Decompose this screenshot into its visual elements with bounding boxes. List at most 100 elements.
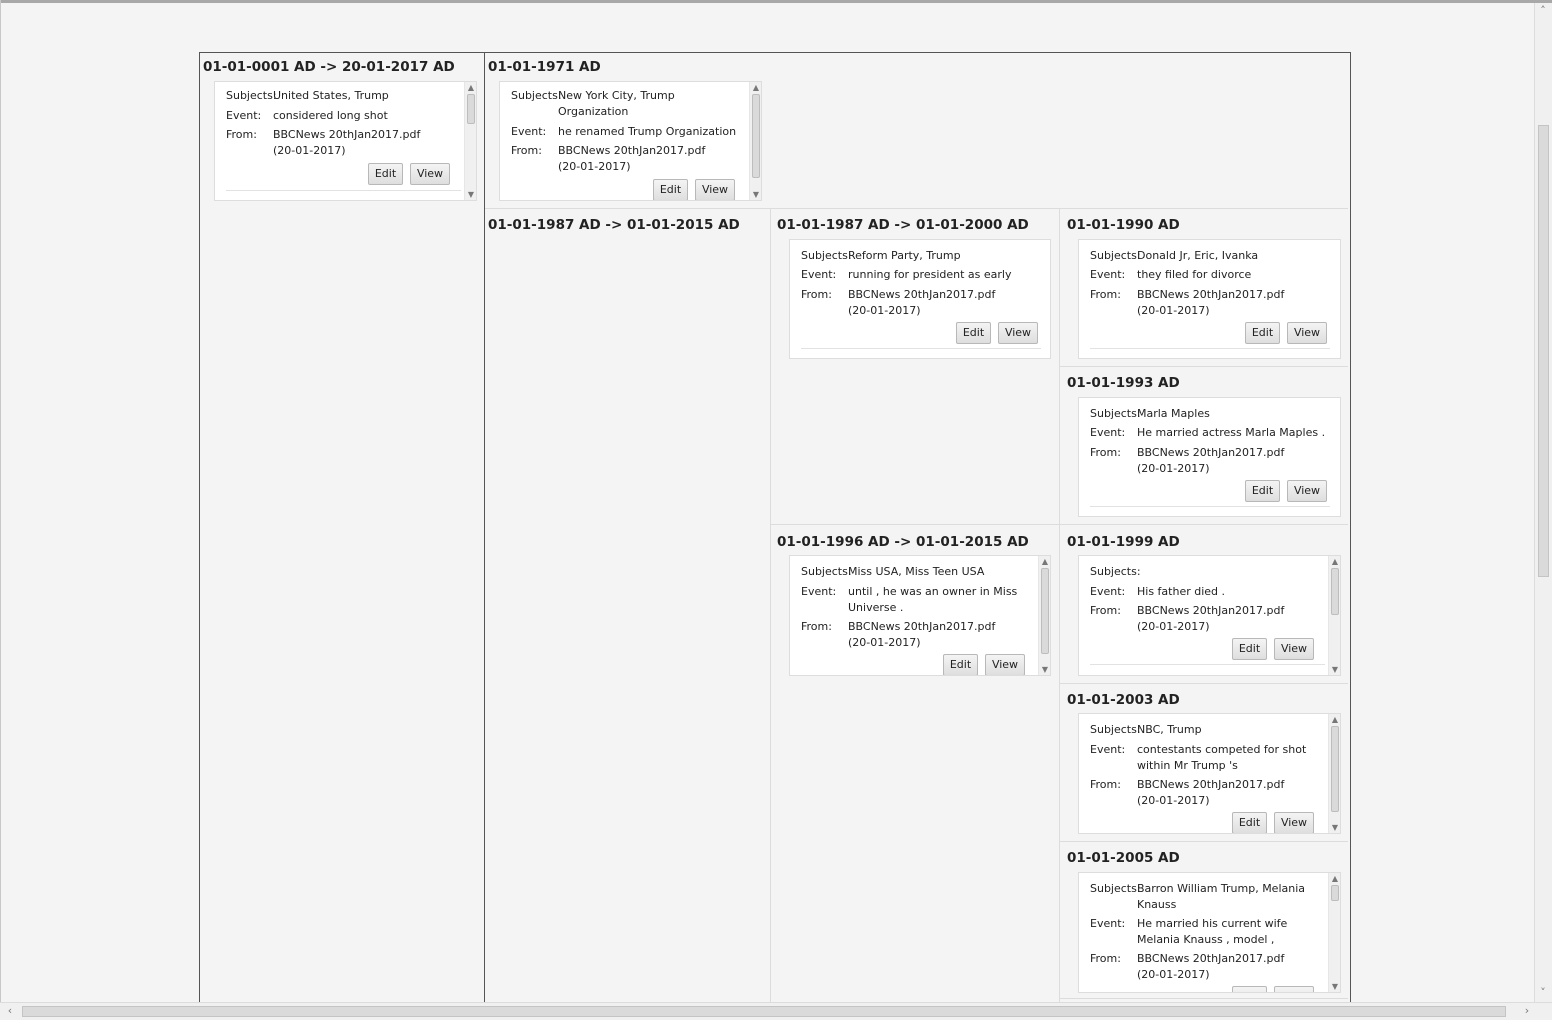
card-scrollbar[interactable]: ▲ ▼ — [1038, 556, 1050, 675]
scroll-down-arrow-icon[interactable]: ˅ — [1536, 986, 1550, 1000]
view-button[interactable]: View — [1274, 986, 1314, 992]
view-button[interactable]: View — [1274, 812, 1314, 833]
scrollbar-thumb[interactable] — [1331, 568, 1339, 615]
scrollbar-thumb[interactable] — [1331, 885, 1339, 901]
view-button[interactable]: View — [998, 322, 1038, 344]
from-value: BBCNews 20thJan2017.pdf (20-01-2017) — [1137, 446, 1285, 475]
edit-button[interactable]: Edit — [1245, 480, 1280, 502]
subjects-label: Subjects: — [1090, 565, 1141, 578]
subjects-value: Donald Jr, Eric, Ivanka — [1137, 249, 1259, 262]
from-label: From: — [1090, 778, 1121, 791]
period-header: 01-01-2005 AD — [1067, 850, 1180, 866]
from-label: From: — [1090, 446, 1121, 459]
event-value: He married actress Marla Maples . — [1137, 426, 1326, 439]
card-scrollbar[interactable]: ▲ ▼ — [1328, 714, 1340, 833]
event-card: Subjects: New York City, Trump Organizati… — [499, 81, 762, 201]
window-left-border — [0, 0, 1, 1020]
event-card: Subjects: Reform Party, Trump Event: runni… — [789, 239, 1051, 359]
scroll-down-arrow-icon[interactable]: ▼ — [1039, 665, 1050, 675]
scrollbar-thumb[interactable] — [1538, 125, 1549, 577]
event-value: they filed for divorce — [1137, 268, 1252, 281]
edit-button[interactable]: Edit — [1232, 986, 1267, 992]
scroll-down-arrow-icon[interactable]: ▼ — [1329, 982, 1340, 992]
event-card: Subjects: Event: His father died . From: B… — [1078, 555, 1341, 676]
scroll-up-arrow-icon[interactable]: ▲ — [1329, 874, 1340, 884]
row-divider — [485, 208, 1348, 209]
event-card: Subjects: Marla Maples Event: He married a… — [1078, 397, 1341, 517]
scroll-down-arrow-icon[interactable]: ▼ — [1329, 665, 1340, 675]
from-value: BBCNews 20thJan2017.pdf (20-01-2017) — [1137, 288, 1285, 317]
from-label: From: — [511, 144, 542, 157]
card-scrollbar[interactable]: ▲ ▼ — [749, 82, 761, 200]
card-separator — [1090, 506, 1330, 507]
scroll-up-arrow-icon[interactable]: ▲ — [465, 83, 476, 93]
view-button[interactable]: View — [1287, 322, 1327, 344]
period-header: 01-01-1999 AD — [1067, 534, 1180, 550]
scroll-up-arrow-icon[interactable]: ▲ — [1039, 557, 1050, 567]
card-scrollbar[interactable]: ▲ ▼ — [1328, 873, 1340, 992]
window-vertical-scrollbar[interactable]: ˄ ˅ — [1534, 3, 1552, 1002]
column-divider-1 — [484, 52, 485, 1012]
event-label: Event: — [1090, 426, 1126, 439]
scroll-up-arrow-icon[interactable]: ▲ — [1329, 715, 1340, 725]
window-horizontal-scrollbar[interactable]: ‹ › — [0, 1002, 1552, 1020]
card-scrollbar[interactable]: ▲ ▼ — [1328, 556, 1340, 675]
card-separator — [1090, 348, 1330, 349]
edit-button[interactable]: Edit — [368, 163, 403, 185]
subjects-label: Subjects: — [801, 249, 852, 262]
event-label: Event: — [1090, 917, 1126, 930]
from-value: BBCNews 20thJan2017.pdf (20-01-2017) — [848, 288, 996, 317]
period-header: 01-01-1971 AD — [488, 59, 601, 75]
scrollbar-thumb[interactable] — [22, 1006, 1506, 1017]
event-card: Subjects: Donald Jr, Eric, Ivanka Event: t… — [1078, 239, 1341, 359]
event-label: Event: — [511, 125, 547, 138]
from-label: From: — [1090, 604, 1121, 617]
row-divider — [771, 524, 1348, 525]
scrollbar-thumb[interactable] — [1041, 568, 1049, 654]
view-button[interactable]: View — [695, 179, 735, 200]
scroll-down-arrow-icon[interactable]: ▼ — [750, 190, 761, 200]
event-value: He married his current wife Melania Knau… — [1137, 917, 1288, 946]
subjects-label: Subjects: — [1090, 723, 1141, 736]
view-button[interactable]: View — [410, 163, 450, 185]
subjects-label: Subjects: — [801, 565, 852, 578]
edit-button[interactable]: Edit — [956, 322, 991, 344]
from-label: From: — [801, 288, 832, 301]
scroll-down-arrow-icon[interactable]: ▼ — [1329, 823, 1340, 833]
subjects-value: New York City, Trump Organization — [558, 89, 675, 118]
view-button[interactable]: View — [985, 654, 1025, 675]
from-value: BBCNews 20thJan2017.pdf (20-01-2017) — [1137, 952, 1285, 981]
scrollbar-thumb[interactable] — [467, 94, 475, 124]
from-value: BBCNews 20thJan2017.pdf (20-01-2017) — [848, 620, 996, 649]
subjects-value: Marla Maples — [1137, 407, 1210, 420]
scroll-up-arrow-icon[interactable]: ▲ — [1329, 557, 1340, 567]
subjects-label: Subjects: — [226, 89, 277, 102]
period-header: 01-01-1996 AD -> 01-01-2015 AD — [777, 534, 1029, 550]
scroll-down-arrow-icon[interactable]: ▼ — [465, 190, 476, 200]
scroll-right-arrow-icon[interactable]: › — [1520, 1004, 1534, 1018]
edit-button[interactable]: Edit — [1245, 322, 1280, 344]
scroll-left-arrow-icon[interactable]: ‹ — [3, 1004, 17, 1018]
scroll-up-arrow-icon[interactable]: ˄ — [1536, 4, 1550, 18]
card-scrollbar[interactable]: ▲ ▼ — [464, 82, 476, 200]
card-separator — [226, 190, 461, 191]
period-header: 01-01-1990 AD — [1067, 217, 1180, 233]
edit-button[interactable]: Edit — [943, 654, 978, 675]
view-button[interactable]: View — [1274, 638, 1314, 660]
edit-button[interactable]: Edit — [1232, 812, 1267, 833]
scroll-up-arrow-icon[interactable]: ▲ — [750, 83, 761, 93]
row-divider — [1060, 683, 1348, 684]
edit-button[interactable]: Edit — [1232, 638, 1267, 660]
event-value: His father died . — [1137, 585, 1226, 598]
event-card: Subjects: Barron William Trump, Melania K… — [1078, 872, 1341, 993]
edit-button[interactable]: Edit — [653, 179, 688, 200]
column-divider-3 — [1059, 209, 1060, 1012]
from-value: BBCNews 20thJan2017.pdf (20-01-2017) — [1137, 778, 1285, 807]
view-button[interactable]: View — [1287, 480, 1327, 502]
subjects-value: Barron William Trump, Melania Knauss — [1137, 882, 1306, 911]
scrollbar-thumb[interactable] — [752, 94, 760, 178]
window-top-border — [0, 0, 1552, 3]
event-label: Event: — [226, 109, 262, 122]
scrollbar-thumb[interactable] — [1331, 726, 1339, 812]
row-divider — [1060, 998, 1348, 999]
